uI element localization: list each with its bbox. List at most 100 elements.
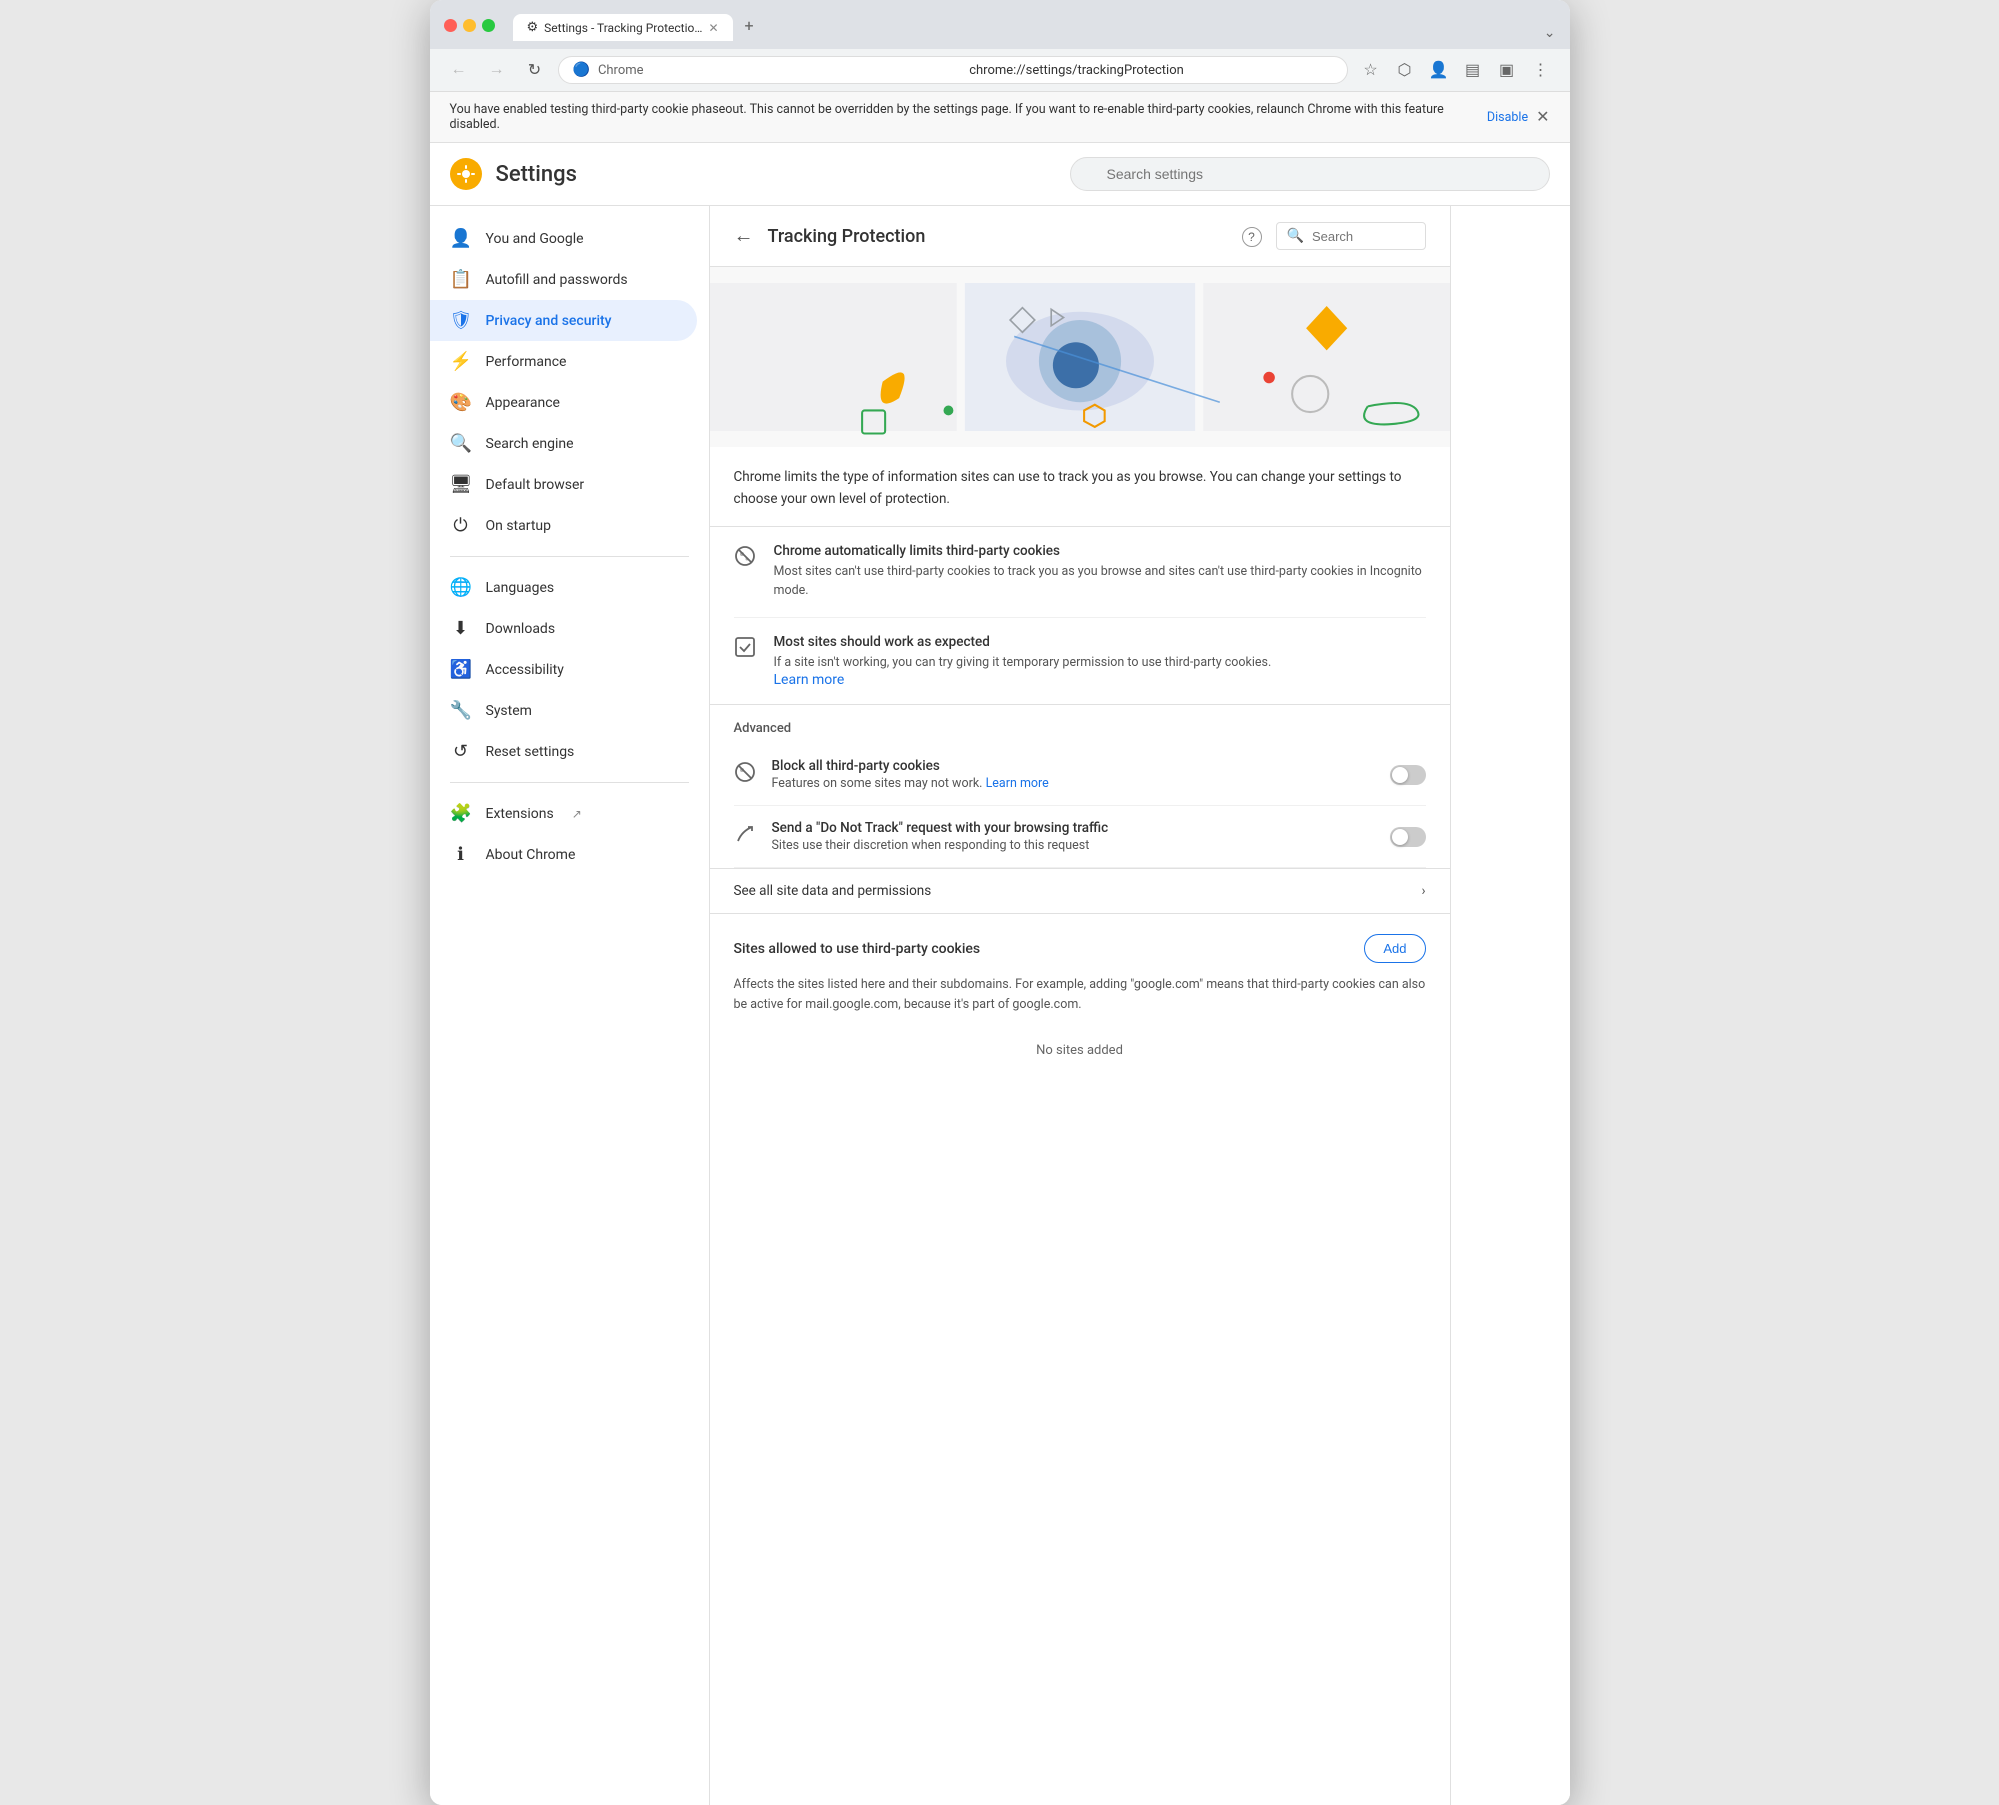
do-not-track-toggle[interactable] <box>1390 827 1426 847</box>
banner-close-button[interactable]: ✕ <box>1536 107 1549 127</box>
sidebar-divider-1 <box>450 556 689 557</box>
tab-close-button[interactable]: ✕ <box>708 21 718 35</box>
sidebar-item-about[interactable]: ℹ About Chrome <box>430 834 697 875</box>
sidebar: 👤 You and Google 📋 Autofill and password… <box>430 206 710 1805</box>
address-bar[interactable]: 🔵 Chrome chrome://settings/trackingProte… <box>558 56 1348 84</box>
info-banner: You have enabled testing third-party coo… <box>430 92 1570 143</box>
downloads-icon: ⬇ <box>450 618 472 639</box>
block-all-cookies-toggle[interactable] <box>1390 765 1426 785</box>
title-bar: ⚙ Settings - Tracking Protectio... ✕ + ⌄ <box>430 0 1570 49</box>
toggle-row-dnt: Send a "Do Not Track" request with your … <box>734 806 1426 868</box>
chrome-logo-icon: 🔵 <box>573 62 590 78</box>
sidebar-button[interactable]: ▤ <box>1458 55 1488 85</box>
sidebar-item-appearance[interactable]: 🎨 Appearance <box>430 382 697 423</box>
settings-header: Settings 🔍 <box>430 143 1570 206</box>
advanced-section: Advanced Block all third-party cookies <box>710 705 1450 868</box>
traffic-lights <box>444 19 495 32</box>
tracking-search: 🔍 <box>1276 222 1426 250</box>
sidebar-item-languages[interactable]: 🌐 Languages <box>430 567 697 608</box>
sidebar-item-privacy[interactable]: 🛡 Privacy and security <box>430 300 697 341</box>
profile-button[interactable]: 👤 <box>1424 55 1454 85</box>
bookmark-button[interactable]: ☆ <box>1356 55 1386 85</box>
sidebar-item-system[interactable]: 🔧 System <box>430 690 697 731</box>
banner-text: You have enabled testing third-party coo… <box>450 102 1479 132</box>
settings-search-input[interactable] <box>1070 157 1550 191</box>
tracking-back-button[interactable]: ← <box>734 225 754 248</box>
active-tab[interactable]: ⚙ Settings - Tracking Protectio... ✕ <box>513 14 733 41</box>
sidebar-item-search-engine[interactable]: 🔍 Search engine <box>430 423 697 464</box>
feature-text-cookies: Chrome automatically limits third-party … <box>774 543 1426 601</box>
tracking-help-button[interactable]: ? <box>1242 225 1262 247</box>
sidebar-item-reset[interactable]: ↺ Reset settings <box>430 731 697 772</box>
settings-body: 👤 You and Google 📋 Autofill and password… <box>430 206 1570 1805</box>
sidebar-item-default-browser[interactable]: 🖥 Default browser <box>430 464 697 505</box>
url-text: chrome://settings/trackingProtection <box>969 63 1332 78</box>
sidebar-item-downloads[interactable]: ⬇ Downloads <box>430 608 697 649</box>
external-link-icon: ↗ <box>572 807 582 821</box>
sites-allowed-header: Sites allowed to use third-party cookies… <box>734 934 1426 963</box>
sidebar-divider-2 <box>450 782 689 783</box>
see-all-chevron-icon: › <box>1421 883 1425 899</box>
banner-disable-link[interactable]: Disable <box>1487 110 1528 125</box>
hero-illustration <box>710 267 1450 447</box>
tracking-search-input[interactable] <box>1312 229 1415 244</box>
sidebar-item-on-startup[interactable]: ⏻ On startup <box>430 505 697 546</box>
sidebar-label-performance: Performance <box>486 354 567 370</box>
sidebar-item-performance[interactable]: ⚡ Performance <box>430 341 697 382</box>
cookie-block-icon <box>734 545 758 572</box>
new-tab-button[interactable]: + <box>735 10 764 41</box>
media-button[interactable]: ▣ <box>1492 55 1522 85</box>
system-icon: 🔧 <box>450 700 472 721</box>
accessibility-icon: ♿ <box>450 659 472 680</box>
settings-container: Settings 🔍 👤 You and Google 📋 Autofill a… <box>430 143 1570 1805</box>
add-site-button[interactable]: Add <box>1364 934 1425 963</box>
maximize-window-button[interactable] <box>482 19 495 32</box>
toggle-desc-block-all: Features on some sites may not work. Lea… <box>772 776 1376 791</box>
sidebar-label-appearance: Appearance <box>486 395 560 411</box>
toggle-content-block-all: Block all third-party cookies Features o… <box>772 758 1376 791</box>
see-all-label: See all site data and permissions <box>734 883 932 899</box>
languages-icon: 🌐 <box>450 577 472 598</box>
close-window-button[interactable] <box>444 19 457 32</box>
sidebar-item-autofill[interactable]: 📋 Autofill and passwords <box>430 259 697 300</box>
sidebar-item-extensions[interactable]: 🧩 Extensions ↗ <box>430 793 697 834</box>
extensions-button[interactable]: ⬡ <box>1390 55 1420 85</box>
tracking-header: ← Tracking Protection ? 🔍 <box>710 206 1450 267</box>
back-button[interactable]: ← <box>444 55 474 85</box>
sidebar-item-accessibility[interactable]: ♿ Accessibility <box>430 649 697 690</box>
learn-more-link-block[interactable]: Learn more <box>986 776 1049 791</box>
tracking-title: Tracking Protection <box>768 226 1228 247</box>
tracking-search-icon: 🔍 <box>1287 228 1304 244</box>
sidebar-label-autofill: Autofill and passwords <box>486 272 628 288</box>
tab-favicon: ⚙ <box>527 20 539 35</box>
sidebar-item-you-and-google[interactable]: 👤 You and Google <box>430 218 697 259</box>
learn-more-link-1[interactable]: Learn more <box>774 672 845 688</box>
minimize-window-button[interactable] <box>463 19 476 32</box>
sites-allowed-title: Sites allowed to use third-party cookies <box>734 941 1365 957</box>
sidebar-label-downloads: Downloads <box>486 621 556 637</box>
no-sites-label: No sites added <box>734 1029 1426 1072</box>
feature-list: Chrome automatically limits third-party … <box>710 527 1450 705</box>
menu-button[interactable]: ⋮ <box>1526 55 1556 85</box>
tab-list-chevron[interactable]: ⌄ <box>1544 25 1556 41</box>
autofill-icon: 📋 <box>450 269 472 290</box>
tracking-description: Chrome limits the type of information si… <box>710 447 1450 527</box>
reload-button[interactable]: ↻ <box>520 55 550 85</box>
sites-allowed-desc: Affects the sites listed here and their … <box>734 975 1426 1015</box>
you-google-icon: 👤 <box>450 228 472 249</box>
settings-logo <box>450 158 482 190</box>
feature-desc-sites-work: If a site isn't working, you can try giv… <box>774 654 1272 673</box>
toggle-thumb <box>1392 767 1408 783</box>
browser-window: ⚙ Settings - Tracking Protectio... ✕ + ⌄… <box>430 0 1570 1805</box>
block-all-icon <box>734 761 758 788</box>
tabs-row: ⚙ Settings - Tracking Protectio... ✕ + ⌄ <box>513 10 1556 41</box>
check-icon <box>734 636 758 663</box>
reset-icon: ↺ <box>450 741 472 762</box>
default-browser-icon: 🖥 <box>450 474 472 495</box>
toggle-row-block-all: Block all third-party cookies Features o… <box>734 744 1426 806</box>
toggle-thumb-2 <box>1392 829 1408 845</box>
forward-button[interactable]: → <box>482 55 512 85</box>
see-all-site-data-row[interactable]: See all site data and permissions › <box>710 868 1450 914</box>
browser-brand-label: Chrome <box>598 63 961 78</box>
toggle-title-dnt: Send a "Do Not Track" request with your … <box>772 820 1376 836</box>
